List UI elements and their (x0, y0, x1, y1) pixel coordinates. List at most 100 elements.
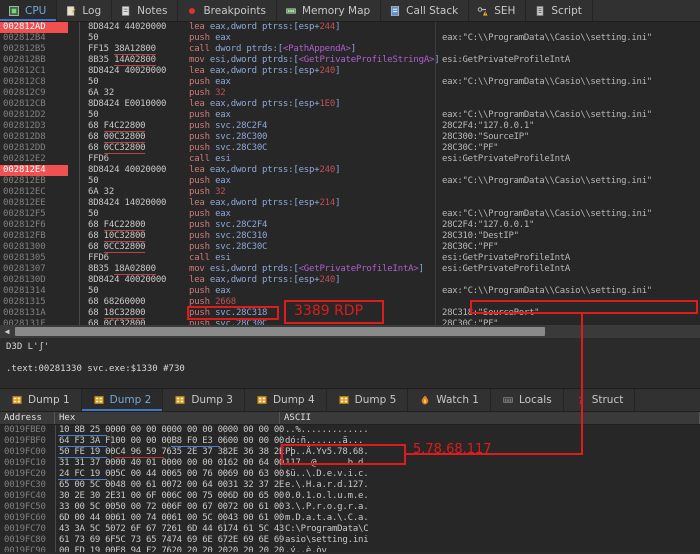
hex-row-ascii[interactable]: $ü..\.D.e.v.i.c. (280, 469, 700, 480)
row-address[interactable]: 002812D2 (0, 110, 68, 121)
row-comment[interactable] (435, 88, 700, 99)
row-address[interactable]: 00281307 (0, 264, 68, 275)
tab-cpu[interactable]: CPU (0, 0, 58, 21)
hex-row-address[interactable]: 0019FC10 (0, 458, 55, 469)
tab-notes[interactable]: Notes (112, 0, 179, 21)
disassembly-row[interactable]: 0028131A 68 18C32800 push svc.28C318 28C318… (0, 308, 700, 319)
row-address[interactable]: 002812FB (0, 231, 68, 242)
disassembly-row[interactable]: 002812D3 68 F4C22800 push svc.28C2F4 28C2F4… (0, 121, 700, 132)
row-instruction[interactable]: push eax (185, 209, 435, 220)
hex-byte-group[interactable]: 24 FC 19 00 (56, 469, 116, 480)
hex-byte-group[interactable]: 50 00 72 00 (112, 502, 172, 513)
hex-byte-group[interactable]: 00 00 00 01 (169, 458, 228, 469)
hex-byte-group[interactable]: 20 20 20 20 (225, 546, 284, 552)
row-comment[interactable]: eax:"C:\\ProgramData\\Casio\\setting.ini… (435, 286, 700, 297)
header-ascii[interactable]: ASCII (280, 412, 700, 424)
tab-dump-4[interactable]: Dump 4 (245, 389, 327, 411)
hex-byte-group[interactable]: B8 F0 E3 06 (169, 436, 228, 447)
row-comment[interactable]: 28C318:"SourcePort" (435, 308, 700, 319)
row-bytes[interactable]: 6A 32 (80, 88, 185, 99)
hex-dump-row[interactable]: 0019FC90 00 FD 19 00 E8 94 F2 76 20 20 20 2… (0, 546, 700, 552)
hex-dump-row[interactable]: 0019FC80 61 73 69 6F 5C 73 65 74 74 69 6E 6… (0, 535, 700, 546)
hex-row-address[interactable]: 0019FBF0 (0, 436, 55, 447)
hex-row-address[interactable]: 0019FC30 (0, 480, 55, 491)
hex-byte-group[interactable]: 43 3A 5C 50 (56, 524, 116, 535)
hex-byte-group[interactable]: 65 00 76 00 (169, 469, 228, 480)
row-instruction[interactable]: push svc.28C2F4 (185, 220, 435, 231)
hex-byte-group[interactable]: 00 00 00 00 (225, 425, 284, 436)
hex-row-address[interactable]: 0019FC60 (0, 513, 55, 524)
row-address[interactable]: 002812E2 (0, 154, 68, 165)
hex-row-address[interactable]: 0019FC80 (0, 535, 55, 546)
row-instruction[interactable]: push eax (185, 176, 435, 187)
hex-byte-group[interactable]: 6D 00 44 00 (56, 513, 116, 524)
hex-byte-group[interactable]: 00 00 00 00 (112, 425, 172, 436)
row-comment[interactable]: eax:"C:\\ProgramData\\Casio\\setting.ini… (435, 33, 700, 44)
hex-byte-group[interactable]: 43 00 61 00 (225, 513, 284, 524)
hex-byte-group[interactable]: 72 00 64 00 (169, 480, 228, 491)
disassembly-row[interactable]: 002812EE 8D8424 14020000 lea eax,dword ptr… (0, 198, 700, 209)
row-address[interactable]: 002812CB (0, 99, 68, 110)
hex-byte-group[interactable]: 2E 69 6E 69 (225, 535, 284, 546)
row-address[interactable]: 002812EE (0, 198, 68, 209)
row-comment[interactable] (435, 44, 700, 55)
hex-byte-group[interactable]: 61 6D 44 61 (169, 524, 228, 535)
row-instruction[interactable]: push svc.28C310 (185, 231, 435, 242)
row-bytes[interactable]: 6A 32 (80, 187, 185, 198)
row-address[interactable]: 002812B5 (0, 44, 68, 55)
row-bytes[interactable]: 68 00C32800 (80, 132, 185, 143)
disassembly-row[interactable]: 00281307 8B35 18A02800 mov esi,dword ptrds… (0, 264, 700, 275)
hex-byte-group[interactable]: 5C 73 65 74 (112, 535, 172, 546)
disassembly-row[interactable]: 00281314 50 push eax eax:"C:\\ProgramData\\… (0, 286, 700, 297)
tab-dump-3[interactable]: Dump 3 (163, 389, 245, 411)
hex-row-address[interactable]: 0019FC90 (0, 546, 55, 552)
row-bytes[interactable]: 50 (80, 110, 185, 121)
tab-dump-1[interactable]: Dump 1 (0, 389, 82, 411)
hex-row-ascii[interactable]: 3.\.P.r.o.g.r.a. (280, 502, 700, 513)
row-address[interactable]: 002812C9 (0, 88, 68, 99)
hex-row-bytes[interactable]: 50 FE 19 00 C4 96 59 76 35 2E 37 38 2E 36 3… (55, 447, 284, 458)
disassembly-row[interactable]: 002812CB 8D8424 E0010000 lea eax,dword ptr… (0, 99, 700, 110)
row-comment[interactable]: esi:GetPrivateProfileIntA (435, 264, 700, 275)
hex-row-ascii[interactable]: C:\ProgramData\C (280, 524, 700, 535)
hex-dump-row[interactable]: 0019FBF0 64 F3 3A F1 00 00 00 00 B8 F0 E3 0… (0, 436, 700, 447)
row-bytes[interactable]: 50 (80, 286, 185, 297)
disassembly-row[interactable]: 002812C1 8D8424 40020000 lea eax,dword ptr… (0, 66, 700, 77)
hex-byte-group[interactable]: 2E 36 38 2E (225, 447, 284, 458)
row-bytes[interactable]: FF15 38A12800 (80, 44, 185, 55)
disassembly-row[interactable]: 002812F6 68 F4C22800 push svc.28C2F4 28C2F4… (0, 220, 700, 231)
disassembly-row[interactable]: 002812E2 FFD6 call esi esi:GetPrivateProfil… (0, 154, 700, 165)
row-bytes[interactable]: FFD6 (80, 154, 185, 165)
hex-row-bytes[interactable]: 6D 00 44 00 61 00 74 00 61 00 5C 00 43 00 6… (55, 513, 284, 524)
row-instruction[interactable]: push eax (185, 110, 435, 121)
row-bytes[interactable]: 50 (80, 209, 185, 220)
row-instruction[interactable]: lea eax,dword ptrss:[esp+244] (185, 22, 435, 33)
row-address[interactable]: 00281305 (0, 253, 68, 264)
hex-byte-group[interactable]: 00 FD 19 00 (56, 546, 116, 552)
scroll-left-icon[interactable]: ◀ (0, 325, 14, 338)
hex-byte-group[interactable]: 74 69 6E 67 (169, 535, 228, 546)
row-bytes[interactable]: 68 68260000 (80, 297, 185, 308)
hex-byte-group[interactable]: 20 20 20 20 (169, 546, 228, 552)
disassembly-row[interactable]: 002812EB 50 push eax eax:"C:\\ProgramData\\… (0, 176, 700, 187)
disassembly-row[interactable]: 002812B4 50 push eax eax:"C:\\ProgramData\\… (0, 33, 700, 44)
hex-byte-group[interactable]: 31 00 6F 00 (112, 491, 172, 502)
row-address[interactable]: 0028131A (0, 308, 68, 319)
tab-script[interactable]: Script (526, 0, 593, 21)
row-instruction[interactable]: push svc.28C2F4 (185, 121, 435, 132)
hex-byte-group[interactable]: 31 31 37 00 (56, 458, 116, 469)
hex-row-bytes[interactable]: 64 F3 3A F1 00 00 00 00 B8 F0 E3 06 00 00 0… (55, 436, 284, 447)
tab-watch-1[interactable]: Watch 1 (408, 389, 491, 411)
hex-row-ascii[interactable]: 0.0.1.o.l.u.m.e. (280, 491, 700, 502)
row-comment[interactable]: esi:GetPrivateProfileIntA (435, 55, 700, 66)
hex-row-ascii[interactable]: e.\.H.a.r.d.127. (280, 480, 700, 491)
row-bytes[interactable]: 8D8424 40020000 (80, 275, 185, 286)
hex-byte-group[interactable]: 61 00 5C 00 (169, 513, 228, 524)
hex-row-bytes[interactable]: 00 FD 19 00 E8 94 F2 76 20 20 20 20 20 20 2… (55, 546, 284, 552)
hex-byte-group[interactable]: 33 00 5C 00 (56, 502, 116, 513)
hex-byte-group[interactable]: 65 00 5C 00 (56, 480, 116, 491)
row-bytes[interactable]: 68 0CC32800 (80, 242, 185, 253)
hex-dump-row[interactable]: 0019FC00 50 FE 19 00 C4 96 59 76 35 2E 37 3… (0, 447, 700, 458)
hex-row-address[interactable]: 0019FC40 (0, 491, 55, 502)
tab-locals[interactable]: [x] Locals (491, 389, 564, 411)
